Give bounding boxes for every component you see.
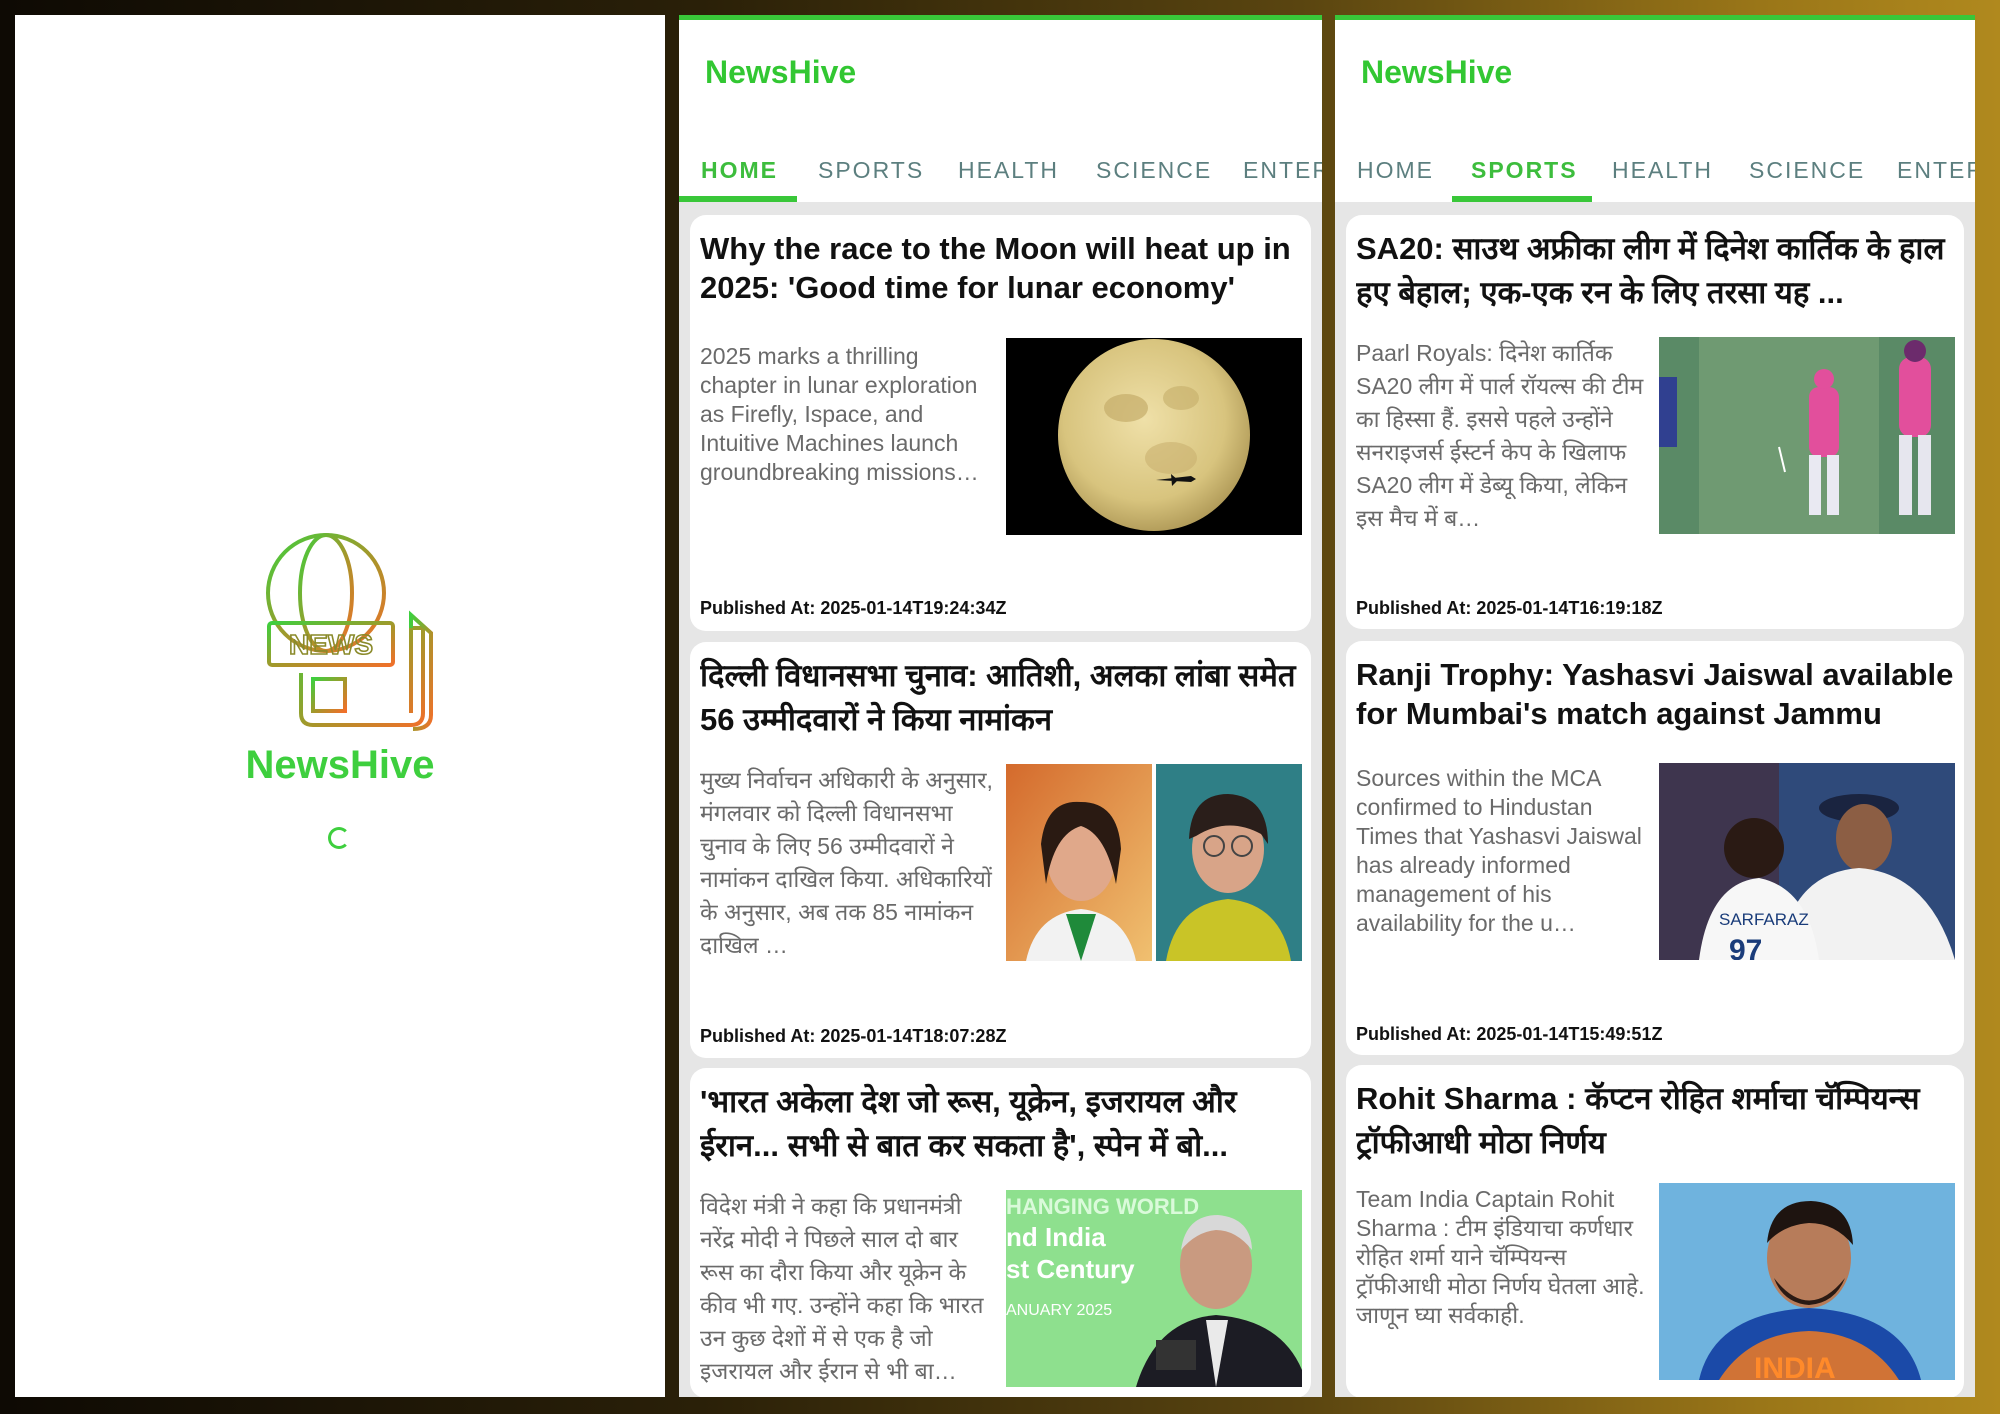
category-tabs: HOME SPORTS HEALTH SCIENCE ENTER bbox=[679, 100, 1322, 202]
active-tab-indicator bbox=[1452, 196, 1592, 202]
news-card[interactable]: Ranji Trophy: Yashasvi Jaiswal available… bbox=[1346, 641, 1964, 1055]
svg-text:nd India: nd India bbox=[1006, 1222, 1106, 1252]
news-card[interactable]: 'भारत अकेला देश जो रूस, यूक्रेन, इजरायल … bbox=[690, 1068, 1311, 1397]
politicians-image bbox=[1006, 764, 1302, 961]
news-card[interactable]: Why the race to the Moon will heat up in… bbox=[690, 215, 1311, 631]
published-date: Published At: 2025-01-14T16:19:18Z bbox=[1356, 598, 1663, 618]
svg-text:NEWS: NEWS bbox=[289, 629, 373, 660]
tab-entertainment[interactable]: ENTER bbox=[1243, 157, 1322, 184]
app-title: NewsHive bbox=[705, 54, 857, 90]
news-card[interactable]: SA20: साउथ अफ्रीका लीग में दिनेश कार्तिक… bbox=[1346, 215, 1964, 629]
article-description: विदेश मंत्री ने कहा कि प्रधानमंत्री नरें… bbox=[700, 1193, 984, 1384]
tab-sports[interactable]: SPORTS bbox=[1471, 157, 1578, 184]
svg-text:ANUARY 2025: ANUARY 2025 bbox=[1006, 1302, 1112, 1319]
article-title[interactable]: Ranji Trophy: Yashasvi Jaiswal available… bbox=[1356, 655, 1954, 733]
app-bar: NewsHive bbox=[1335, 20, 1975, 100]
tab-health[interactable]: HEALTH bbox=[1612, 157, 1713, 184]
published-date: Published At: 2025-01-14T18:07:28Z bbox=[700, 1026, 1007, 1046]
tab-entertainment[interactable]: ENTER bbox=[1897, 157, 1975, 184]
article-title[interactable]: Rohit Sharma : कॅप्टन रोहित शर्माचा चॅम्… bbox=[1356, 1077, 1954, 1165]
app-bar: NewsHive bbox=[679, 20, 1322, 100]
minister-image: HANGING WORLD nd India st Century ANUARY… bbox=[1006, 1190, 1302, 1387]
article-image[interactable]: HANGING WORLD nd India st Century ANUARY… bbox=[1006, 1190, 1302, 1387]
moon-image bbox=[1006, 338, 1302, 535]
sports-screen: NewsHive HOME SPORTS HEALTH SCIENCE ENTE… bbox=[1335, 15, 1975, 1397]
active-tab-indicator bbox=[679, 196, 797, 202]
article-description: Paarl Royals: दिनेश कार्तिक SA20 लीग में… bbox=[1356, 340, 1644, 531]
article-title[interactable]: दिल्ली विधानसभा चुनाव: आतिशी, अलका लांबा… bbox=[700, 654, 1301, 742]
splash-screen: NEWS NewsHive bbox=[15, 15, 665, 1397]
article-title[interactable]: 'भारत अकेला देश जो रूस, यूक्रेन, इजरायल … bbox=[700, 1080, 1301, 1168]
cricketers-image: SARFARAZ 97 bbox=[1659, 763, 1955, 960]
article-image[interactable]: SARFARAZ 97 bbox=[1659, 763, 1955, 960]
news-card[interactable]: दिल्ली विधानसभा चुनाव: आतिशी, अलका लांबा… bbox=[690, 642, 1311, 1058]
tab-health[interactable]: HEALTH bbox=[958, 157, 1059, 184]
article-image[interactable]: INDIA bbox=[1659, 1183, 1955, 1380]
category-tabs: HOME SPORTS HEALTH SCIENCE ENTER bbox=[1335, 100, 1975, 202]
article-description: Sources within the MCA confirmed to Hind… bbox=[1356, 765, 1642, 936]
article-image[interactable] bbox=[1659, 337, 1955, 534]
article-description: 2025 marks a thrilling chapter in lunar … bbox=[700, 343, 979, 485]
published-date: Published At: 2025-01-14T19:24:34Z bbox=[700, 598, 1007, 618]
article-description: मुख्य निर्वाचन अधिकारी के अनुसार, मंगलवा… bbox=[700, 767, 993, 958]
splash-app-title: NewsHive bbox=[245, 743, 435, 787]
tab-home[interactable]: HOME bbox=[1357, 157, 1434, 184]
article-title[interactable]: Why the race to the Moon will heat up in… bbox=[700, 229, 1301, 307]
news-card[interactable]: Rohit Sharma : कॅप्टन रोहित शर्माचा चॅम्… bbox=[1346, 1065, 1964, 1397]
svg-text:SARFARAZ: SARFARAZ bbox=[1719, 910, 1809, 929]
article-description: Team India Captain Rohit Sharma : टीम इं… bbox=[1356, 1186, 1645, 1328]
article-image[interactable] bbox=[1006, 764, 1302, 961]
svg-text:st Century: st Century bbox=[1006, 1254, 1135, 1284]
rohit-sharma-image: INDIA bbox=[1659, 1183, 1955, 1380]
app-title: NewsHive bbox=[1361, 54, 1513, 90]
tab-home[interactable]: HOME bbox=[701, 157, 778, 184]
tab-science[interactable]: SCIENCE bbox=[1749, 157, 1865, 184]
svg-text:INDIA: INDIA bbox=[1754, 1352, 1836, 1380]
news-globe-logo-icon: NEWS bbox=[266, 533, 433, 731]
loading-spinner-icon bbox=[328, 827, 350, 849]
tab-sports[interactable]: SPORTS bbox=[818, 157, 924, 184]
article-image[interactable] bbox=[1006, 338, 1302, 535]
svg-text:97: 97 bbox=[1729, 934, 1762, 960]
svg-text:HANGING WORLD: HANGING WORLD bbox=[1006, 1194, 1199, 1219]
published-date: Published At: 2025-01-14T15:49:51Z bbox=[1356, 1024, 1663, 1044]
tab-science[interactable]: SCIENCE bbox=[1096, 157, 1212, 184]
cricket-match-image bbox=[1659, 337, 1955, 534]
article-title[interactable]: SA20: साउथ अफ्रीका लीग में दिनेश कार्तिक… bbox=[1356, 227, 1954, 315]
home-screen: NewsHive HOME SPORTS HEALTH SCIENCE ENTE… bbox=[679, 15, 1322, 1397]
